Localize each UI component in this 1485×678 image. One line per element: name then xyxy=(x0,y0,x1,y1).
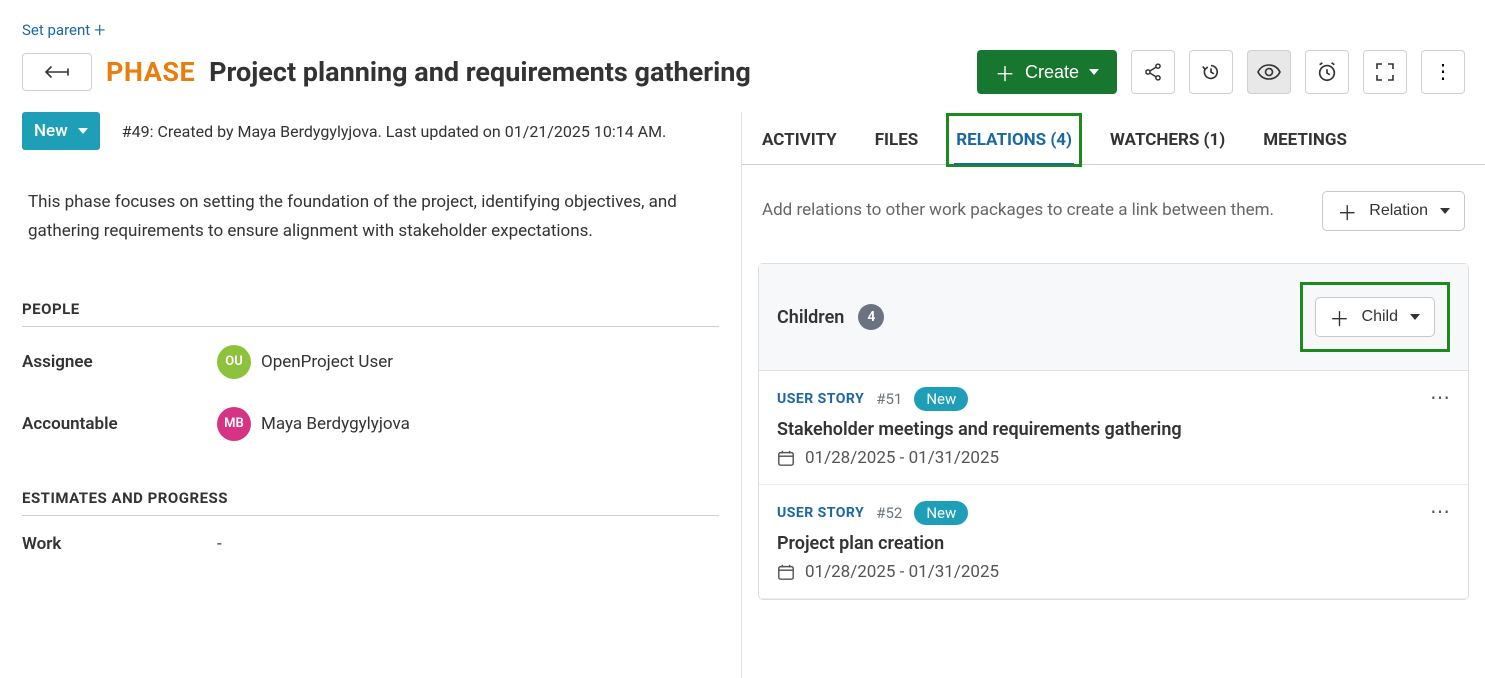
relations-help-text: Add relations to other work packages to … xyxy=(762,198,1274,224)
page-title[interactable]: Project planning and requirements gather… xyxy=(209,56,963,88)
page-header: PHASE Project planning and requirements … xyxy=(0,42,1485,112)
assignee-name: OpenProject User xyxy=(261,352,393,372)
share-button[interactable] xyxy=(1131,50,1175,94)
set-parent-link[interactable]: Set parent + xyxy=(0,0,105,42)
child-title: Stakeholder meetings and requirements ga… xyxy=(777,419,1450,440)
chevron-down-icon xyxy=(1089,69,1099,75)
details-pane: New #49: Created by Maya Berdygylyjova. … xyxy=(0,112,742,678)
create-label: Create xyxy=(1025,62,1079,83)
add-child-button[interactable]: ＋ Child xyxy=(1315,297,1435,337)
back-icon xyxy=(44,65,70,79)
watch-button[interactable] xyxy=(1247,50,1291,94)
tab-watchers[interactable]: WATCHERS (1) xyxy=(1108,116,1227,164)
status-label: New xyxy=(34,121,68,141)
clock-icon xyxy=(1316,61,1338,83)
child-type: USER STORY xyxy=(777,505,864,521)
description[interactable]: This phase focuses on setting the founda… xyxy=(22,182,719,252)
estimates-section-header: ESTIMATES AND PROGRESS xyxy=(22,489,719,516)
tabs: ACTIVITY FILES RELATIONS (4) WATCHERS (1… xyxy=(742,116,1485,165)
share-icon xyxy=(1143,62,1163,82)
more-actions-button[interactable]: ⋮ xyxy=(1421,50,1465,94)
calendar-icon xyxy=(777,449,795,467)
child-btn-label: Child xyxy=(1362,308,1398,326)
history-icon xyxy=(1200,61,1222,83)
children-panel: Children 4 ＋ Child USER STORY #51 New xyxy=(758,263,1469,600)
meta-info: #49: Created by Maya Berdygylyjova. Last… xyxy=(122,122,666,141)
relations-pane: ACTIVITY FILES RELATIONS (4) WATCHERS (1… xyxy=(742,112,1485,678)
children-label: Children xyxy=(777,307,844,328)
type-badge: PHASE xyxy=(106,56,195,88)
people-section-header: PEOPLE xyxy=(22,300,719,327)
accountable-label: Accountable xyxy=(22,414,217,434)
tab-activity[interactable]: ACTIVITY xyxy=(760,116,839,164)
reminder-button[interactable] xyxy=(1305,50,1349,94)
child-dates: 01/28/2025 - 01/31/2025 xyxy=(805,448,999,468)
chevron-down-icon xyxy=(1410,314,1420,320)
plus-icon: + xyxy=(94,18,105,42)
plus-icon: ＋ xyxy=(995,58,1015,87)
accountable-value[interactable]: MB Maya Berdygylyjova xyxy=(217,407,410,441)
child-id: #51 xyxy=(876,390,902,408)
plus-icon: ＋ xyxy=(1337,197,1357,226)
work-label: Work xyxy=(22,534,217,554)
tab-files[interactable]: FILES xyxy=(873,116,921,164)
child-dates: 01/28/2025 - 01/31/2025 xyxy=(805,562,999,582)
status-dropdown[interactable]: New xyxy=(22,112,100,150)
eye-icon xyxy=(1257,64,1281,80)
child-more-button[interactable]: ⋯ xyxy=(1430,499,1452,523)
status-badge: New xyxy=(914,501,968,525)
child-more-button[interactable]: ⋯ xyxy=(1430,385,1452,409)
relation-btn-label: Relation xyxy=(1369,202,1428,220)
work-value[interactable]: - xyxy=(217,534,222,554)
child-type: USER STORY xyxy=(777,391,864,407)
accountable-name: Maya Berdygylyjova xyxy=(261,414,410,434)
assignee-label: Assignee xyxy=(22,352,217,372)
fullscreen-button[interactable] xyxy=(1363,50,1407,94)
avatar: MB xyxy=(217,407,251,441)
kebab-icon: ⋮ xyxy=(1433,68,1453,76)
tab-relations[interactable]: RELATIONS (4) xyxy=(954,116,1074,164)
create-button[interactable]: ＋ Create xyxy=(977,50,1117,94)
child-item[interactable]: USER STORY #51 New Stakeholder meetings … xyxy=(759,371,1468,485)
calendar-icon xyxy=(777,563,795,581)
status-badge: New xyxy=(914,387,968,411)
activity-history-button[interactable] xyxy=(1189,50,1233,94)
assignee-value[interactable]: OU OpenProject User xyxy=(217,345,393,379)
avatar: OU xyxy=(217,345,251,379)
back-button[interactable] xyxy=(22,53,92,91)
expand-icon xyxy=(1376,63,1394,81)
plus-icon: ＋ xyxy=(1330,303,1350,332)
child-id: #52 xyxy=(876,504,902,522)
tab-meetings[interactable]: MEETINGS xyxy=(1261,116,1349,164)
child-title: Project plan creation xyxy=(777,533,1450,554)
chevron-down-icon xyxy=(1440,208,1450,214)
set-parent-label: Set parent xyxy=(22,21,90,39)
add-relation-button[interactable]: ＋ Relation xyxy=(1322,191,1465,231)
child-item[interactable]: USER STORY #52 New Project plan creation… xyxy=(759,485,1468,599)
chevron-down-icon xyxy=(78,128,88,134)
children-count-badge: 4 xyxy=(858,304,884,330)
